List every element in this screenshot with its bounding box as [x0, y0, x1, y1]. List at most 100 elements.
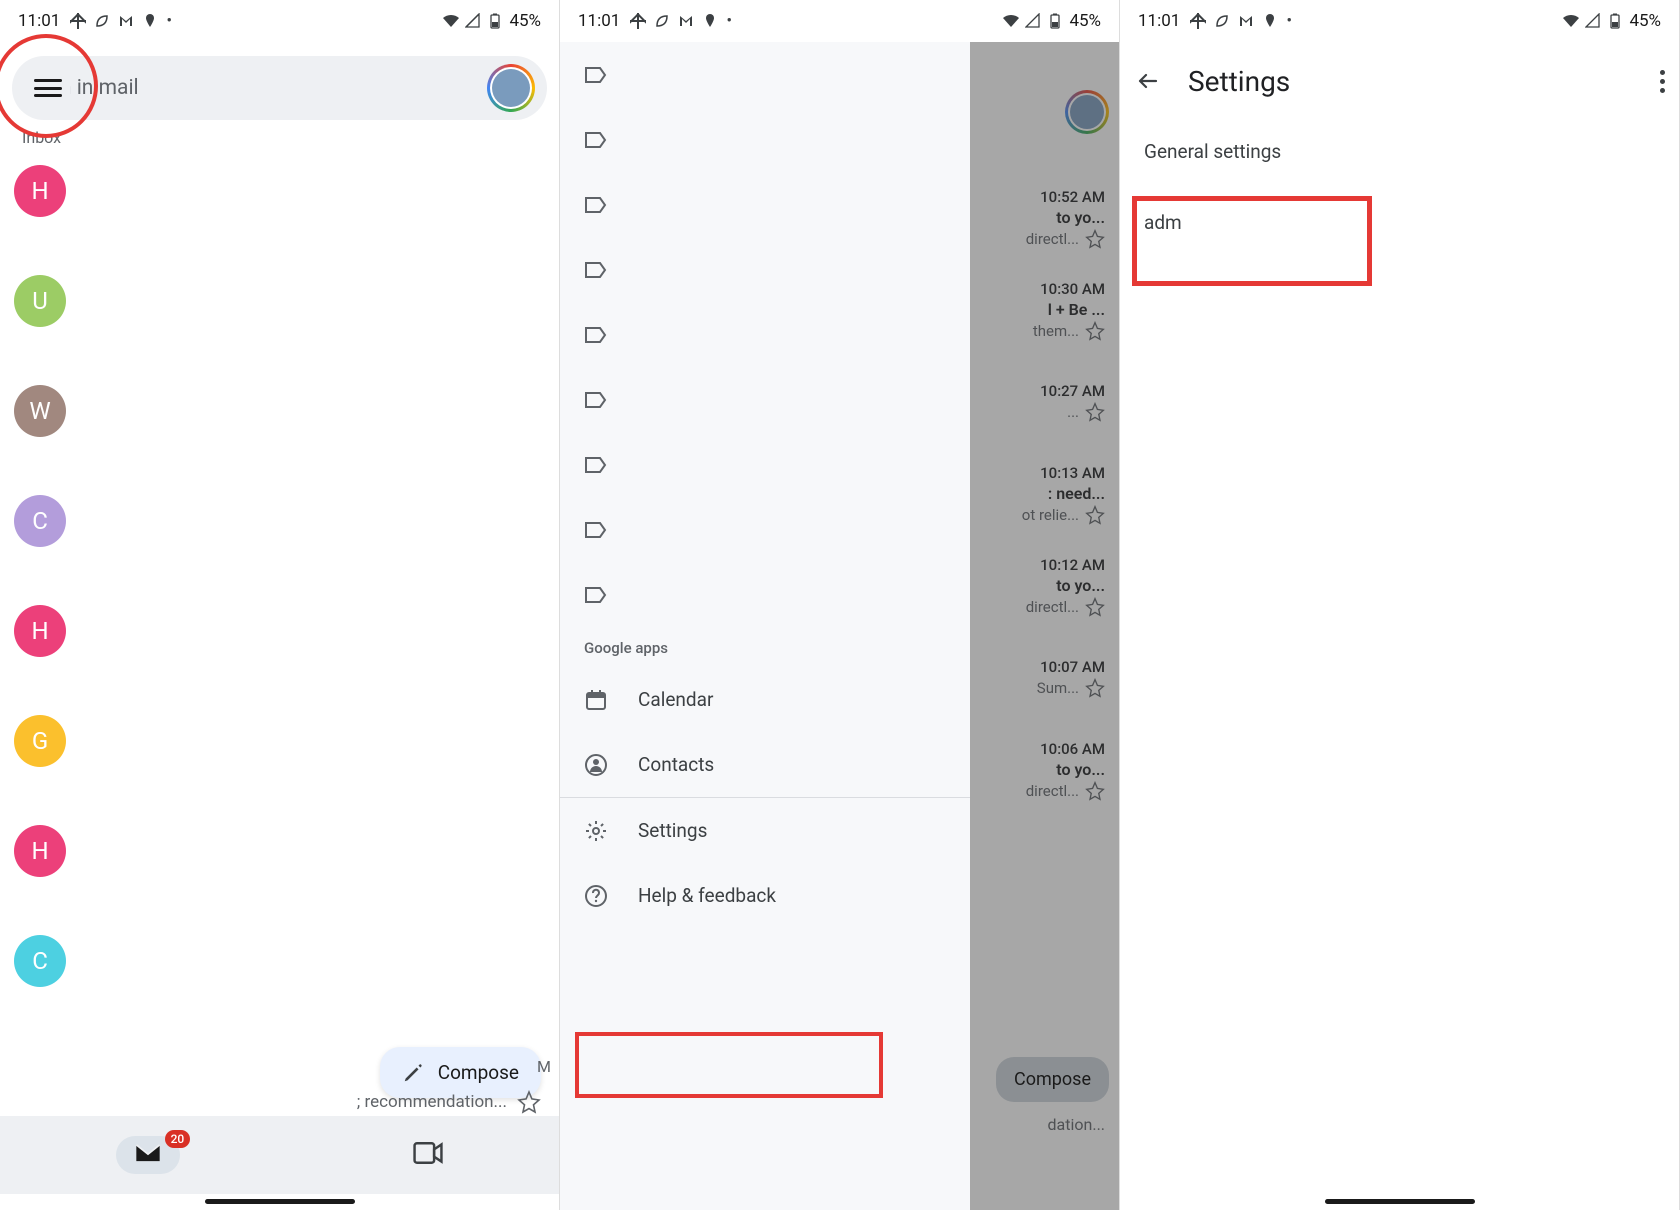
drawer-settings[interactable]: Settings: [560, 798, 970, 863]
status-time: 11:01: [1138, 11, 1180, 31]
thread-row[interactable]: H: [0, 153, 559, 263]
drawer-contacts[interactable]: Contacts: [560, 732, 970, 797]
status-app-icons: •: [630, 11, 732, 31]
thread-row[interactable]: G: [0, 703, 559, 813]
settings-title: Settings: [1188, 65, 1634, 98]
signal-icon: [1025, 13, 1041, 29]
sender-avatar: C: [14, 935, 66, 987]
help-icon: [584, 884, 608, 908]
menu-button[interactable]: [20, 60, 76, 116]
video-icon: [413, 1142, 443, 1164]
drawer-calendar[interactable]: Calendar: [560, 667, 970, 732]
wifi-icon: [1003, 13, 1019, 29]
leaf-icon: [1214, 13, 1230, 29]
pin-icon: [702, 13, 718, 29]
drawer-section-google-apps: Google apps: [560, 627, 970, 667]
screen-drawer: 11:01 • 45% 10:52 AMto yo...directl... 1…: [560, 0, 1120, 1210]
drawer-label-item[interactable]: [560, 237, 970, 302]
battery-percent: 45%: [1629, 11, 1661, 31]
drawer-help[interactable]: Help & feedback: [560, 863, 970, 928]
star-icon[interactable]: [517, 1090, 541, 1114]
contacts-icon: [584, 753, 608, 777]
wifi-icon: [1563, 13, 1579, 29]
settings-general[interactable]: General settings: [1120, 120, 1679, 183]
scrim-overlay[interactable]: [970, 42, 1119, 1210]
calendar-icon: [584, 688, 608, 712]
label-icon: [584, 456, 608, 474]
thread-row[interactable]: H: [0, 813, 559, 923]
sender-avatar: U: [14, 275, 66, 327]
sender-avatar: W: [14, 385, 66, 437]
compose-label: Compose: [438, 1061, 519, 1084]
status-bar: 11:01 • 45%: [0, 0, 559, 42]
status-bar: 11:01 • 45%: [560, 0, 1119, 42]
thread-row[interactable]: U: [0, 263, 559, 373]
drawer-label-item[interactable]: [560, 432, 970, 497]
slack-icon: [1190, 13, 1206, 29]
settings-account[interactable]: adm: [1120, 183, 1679, 254]
status-app-icons: •: [70, 11, 172, 31]
pencil-icon: [402, 1062, 424, 1084]
dot-icon: •: [166, 11, 172, 31]
drawer-label-item[interactable]: [560, 562, 970, 627]
dot-icon: •: [726, 11, 732, 31]
label-icon: [584, 391, 608, 409]
label-icon: [584, 196, 608, 214]
label-icon: [584, 586, 608, 604]
battery-icon: [1047, 13, 1063, 29]
snippet-peek: ; recommendation...: [0, 1090, 559, 1114]
drawer-label-item[interactable]: [560, 302, 970, 367]
wifi-icon: [443, 13, 459, 29]
status-time: 11:01: [18, 11, 60, 31]
bottom-nav: 20: [0, 1116, 559, 1194]
gesture-handle[interactable]: [205, 1199, 355, 1204]
sender-avatar: H: [14, 605, 66, 657]
gmail-m-icon: [118, 13, 134, 29]
dot-icon: •: [1286, 11, 1292, 31]
sender-avatar: H: [14, 825, 66, 877]
battery-percent: 45%: [509, 11, 541, 31]
gesture-handle[interactable]: [1325, 1199, 1475, 1204]
drawer-label-item[interactable]: [560, 107, 970, 172]
leaf-icon: [94, 13, 110, 29]
drawer-contacts-label: Contacts: [638, 753, 714, 776]
drawer-label-item[interactable]: [560, 42, 970, 107]
nav-mail[interactable]: 20: [116, 1136, 180, 1174]
label-icon: [584, 326, 608, 344]
thread-row[interactable]: H: [0, 593, 559, 703]
screen-settings: 11:01 • 45% Settings General settings ad…: [1120, 0, 1680, 1210]
search-bar[interactable]: rch in mail: [12, 56, 547, 120]
search-placeholder[interactable]: rch in mail: [70, 76, 487, 100]
battery-percent: 45%: [1069, 11, 1101, 31]
mail-icon: [134, 1142, 162, 1164]
drawer-label-item[interactable]: [560, 367, 970, 432]
slack-icon: [70, 13, 86, 29]
account-avatar[interactable]: [487, 64, 535, 112]
thread-row[interactable]: C: [0, 483, 559, 593]
sender-avatar: G: [14, 715, 66, 767]
label-icon: [584, 261, 608, 279]
leaf-icon: [654, 13, 670, 29]
thread-row[interactable]: C: [0, 923, 559, 1033]
drawer-settings-label: Settings: [638, 819, 707, 842]
nav-meet[interactable]: [413, 1142, 443, 1168]
slack-icon: [630, 13, 646, 29]
status-bar: 11:01 • 45%: [1120, 0, 1679, 42]
nav-drawer: Google apps Calendar Contacts Settings H…: [560, 42, 970, 1210]
inbox-section-label: Inbox: [22, 128, 559, 147]
status-time: 11:01: [578, 11, 620, 31]
status-app-icons: •: [1190, 11, 1292, 31]
snippet-text: ; recommendation...: [357, 1092, 507, 1112]
label-icon: [584, 521, 608, 539]
thread-row[interactable]: W: [0, 373, 559, 483]
back-button[interactable]: [1134, 67, 1162, 95]
gmail-m-icon: [1238, 13, 1254, 29]
gmail-m-icon: [678, 13, 694, 29]
drawer-label-item[interactable]: [560, 172, 970, 237]
drawer-label-item[interactable]: [560, 497, 970, 562]
hamburger-icon: [34, 79, 62, 97]
thread-list[interactable]: H U W C H G H C: [0, 153, 559, 1033]
overflow-button[interactable]: [1660, 70, 1665, 93]
pin-icon: [142, 13, 158, 29]
settings-header: Settings: [1120, 42, 1679, 120]
